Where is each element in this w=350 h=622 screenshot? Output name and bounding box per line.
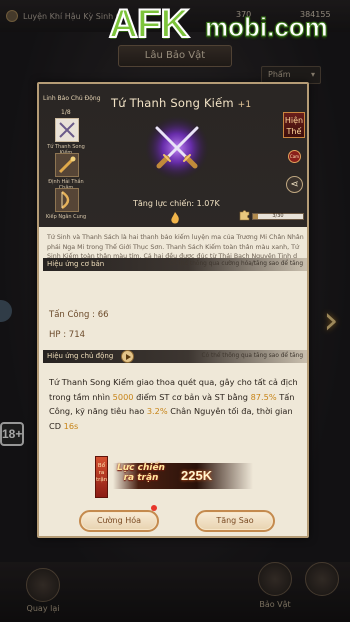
notification-dot [151, 505, 157, 511]
quality-badge: Cam [288, 150, 301, 163]
slot-group-label: Linh Bảo Chủ Động [43, 95, 101, 102]
item-level: +1 [237, 100, 252, 110]
share-icon[interactable]: ⋖ [286, 176, 303, 193]
skill-text-2: điểm ST cơ bản và ST bằng [133, 391, 251, 402]
play-preview-icon[interactable] [121, 350, 134, 363]
stat-hp-label: HP : [49, 330, 67, 340]
stat-attack-label: Tấn Công : [49, 310, 95, 320]
power-value: 1.07K [196, 199, 220, 208]
battle-power-number: 225K [181, 468, 213, 483]
active-effect-note: Có thể thông qua tăng sao để tăng [201, 353, 303, 359]
item-title: Tứ Thanh Song Kiếm +1 [111, 96, 251, 110]
flame-icon [171, 212, 179, 224]
fragment-icon [239, 210, 250, 221]
stat-attack: Tấn Công : 66 [49, 310, 109, 320]
power-label: Tăng lực chiến: [133, 199, 195, 208]
twin-swords-icon [59, 122, 75, 138]
deploy-badge: Bổ ra trận [95, 456, 108, 498]
treasure-detail-dialog: Linh Bảo Chủ Động 1/8 Tứ Thanh Song Kiếm… [37, 82, 309, 538]
battle-power-slogan: Lực chiến ra trận [117, 463, 165, 483]
logo-mobi: mobi.com [205, 12, 329, 43]
basic-effect-title: Hiệu ứng cơ bản [47, 260, 105, 268]
power-increase: Tăng lực chiến: 1.07K [133, 199, 220, 208]
slot-dinh-hai-than-cham[interactable] [55, 153, 79, 177]
basic-effect-section: Hiệu ứng cơ bản Có thể thông qua cường h… [43, 258, 307, 271]
skill-value-ratio: 87.5% [250, 391, 277, 402]
active-effect-section: Hiệu ứng chủ động Có thể thông qua tăng … [43, 350, 307, 363]
skill-value-cd: 16s [63, 420, 79, 431]
fragment-progress-text: 3/30 [272, 213, 284, 219]
stat-hp: HP : 714 [49, 330, 85, 340]
basic-effect-note: Có thể thông qua cường hóa/tăng sao để t… [169, 261, 303, 267]
item-name: Tứ Thanh Song Kiếm [111, 96, 234, 110]
skill-description: Tứ Thanh Song Kiếm giao thoa quét qua, g… [49, 375, 303, 433]
bow-icon [61, 190, 70, 210]
active-effect-title: Hiệu ứng chủ động [47, 352, 114, 360]
slot-kiep-ngan-cung[interactable] [55, 188, 79, 212]
stat-attack-value: 66 [97, 310, 109, 320]
skill-value-cost: 3.2% [146, 406, 168, 416]
staff-icon [58, 156, 76, 174]
enhance-button[interactable]: Cường Hóa [79, 510, 159, 532]
skill-value-damage: 5000 [112, 391, 134, 402]
fragment-progress-bar: 3/30 [252, 213, 304, 220]
slot-name-3: Kiếp Ngân Cung [45, 214, 87, 220]
battle-power-banner: Lực chiến ra trận 225K [113, 463, 253, 489]
status-tag-hien-the: Hiện Thế [283, 112, 305, 138]
stat-hp-value: 714 [68, 330, 86, 340]
site-logo: AFK mobi.com [105, 1, 345, 48]
slot-count: 1/8 [61, 109, 71, 116]
slot-tu-thanh-song-kiem[interactable] [55, 118, 79, 142]
logo-afk: AFK [108, 1, 190, 47]
star-up-button[interactable]: Tăng Sao [195, 510, 275, 532]
twin-swords-art-icon [145, 116, 209, 180]
